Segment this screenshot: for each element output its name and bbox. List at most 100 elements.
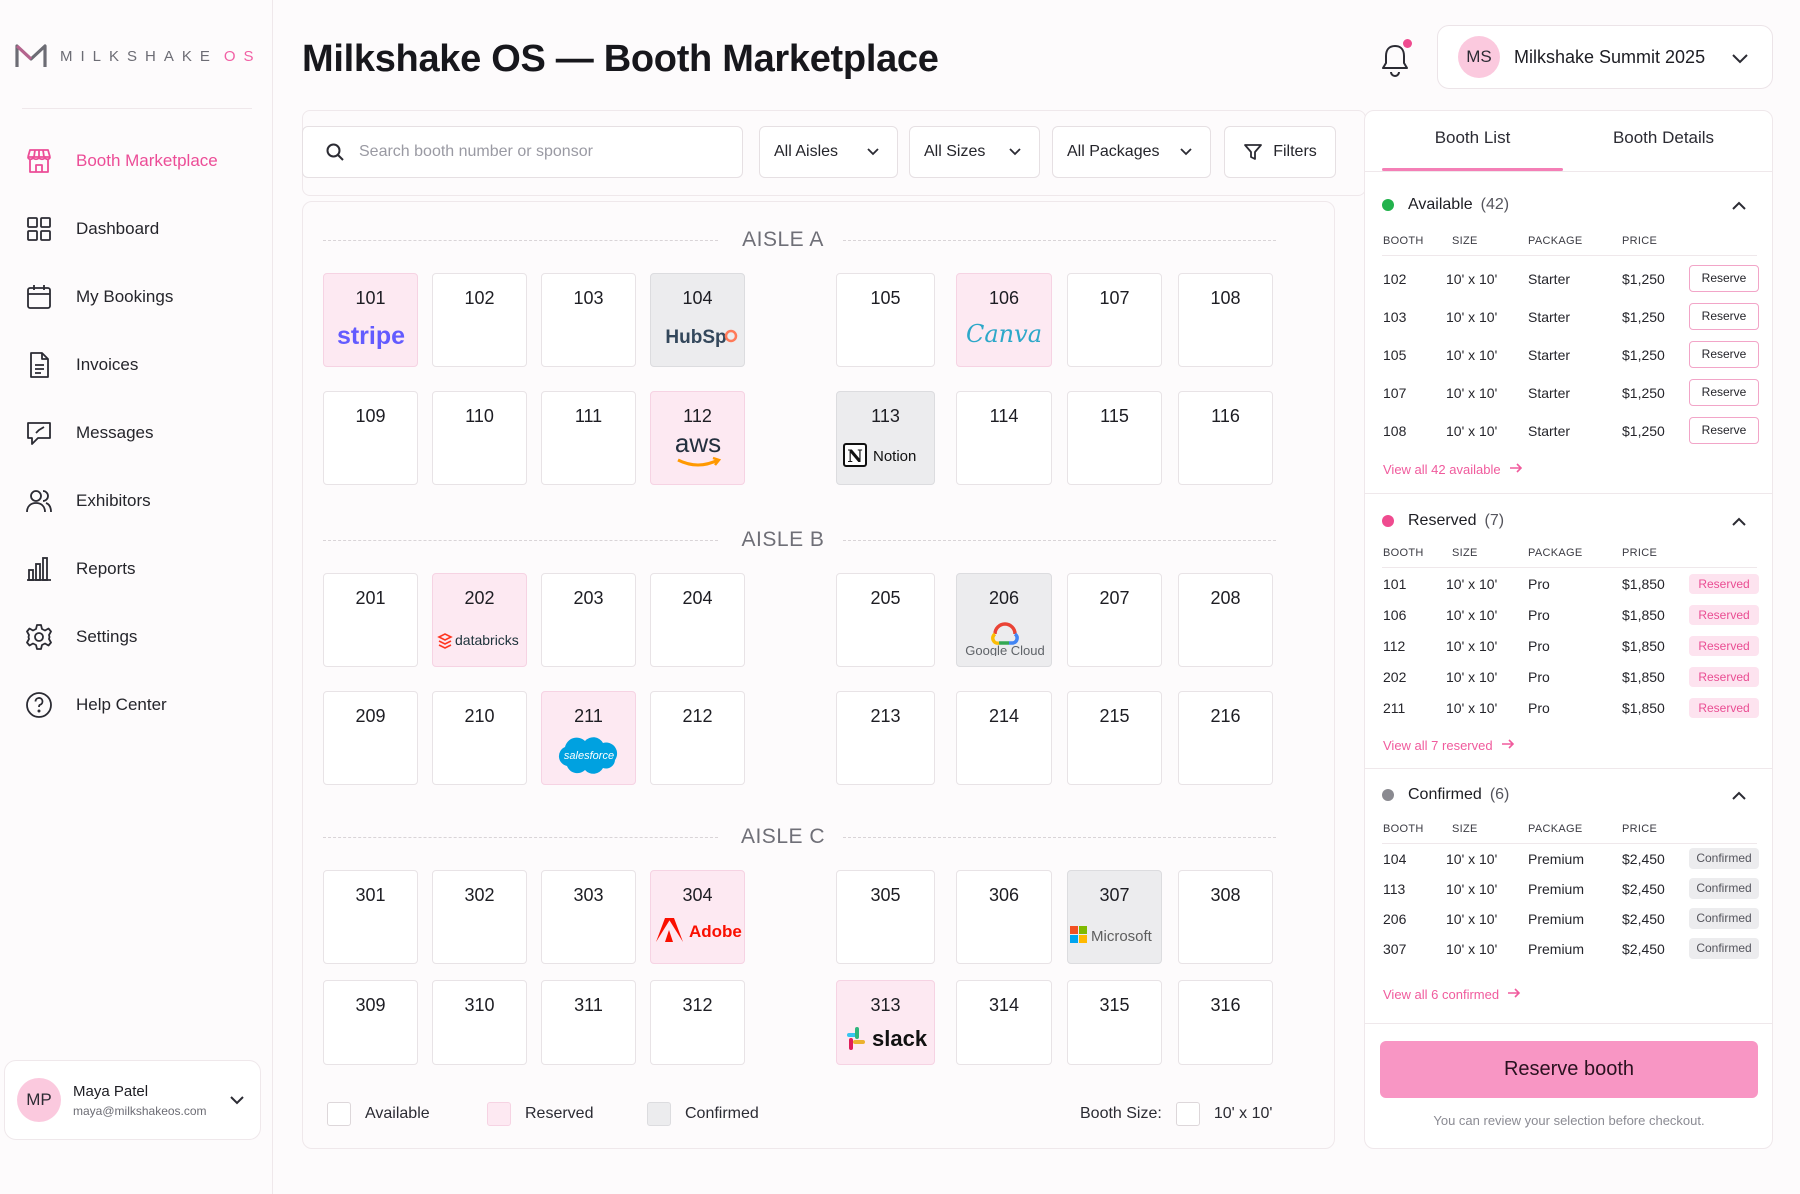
booth-203[interactable]: 203: [541, 573, 636, 667]
gear-icon: [26, 624, 52, 650]
booth-210[interactable]: 210: [432, 691, 527, 785]
sponsor-logo-aws: aws: [651, 428, 744, 477]
logo[interactable]: MILKSHAKE OS: [14, 42, 262, 70]
booth-110[interactable]: 110: [432, 391, 527, 485]
section-count: (6): [1489, 786, 1510, 803]
booth-size-label: Booth Size:: [1080, 1105, 1162, 1122]
booth-206[interactable]: 206 Google Cloud: [956, 573, 1052, 667]
sidebar-item-dashboard[interactable]: Dashboard: [0, 195, 273, 263]
search-input[interactable]: [359, 143, 739, 161]
booth-112[interactable]: 112 aws: [650, 391, 745, 485]
booth-104[interactable]: 104 HubSp: [650, 273, 745, 367]
booth-115[interactable]: 115: [1067, 391, 1162, 485]
booth-212[interactable]: 212: [650, 691, 745, 785]
price-cell: $2,450: [1622, 911, 1665, 927]
booth-312[interactable]: 312: [650, 980, 745, 1065]
booth-114[interactable]: 114: [956, 391, 1052, 485]
view-all-available-link[interactable]: View all 42 available: [1383, 462, 1523, 477]
booth-105[interactable]: 105: [836, 273, 935, 367]
confirmed-section-header[interactable]: Confirmed (6): [1382, 786, 1509, 804]
sidebar-item-exhibitors[interactable]: Exhibitors: [0, 467, 273, 535]
reserve-button[interactable]: Reserve: [1689, 417, 1759, 444]
filters-button[interactable]: Filters: [1224, 126, 1336, 178]
booth-205[interactable]: 205: [836, 573, 935, 667]
booth-103[interactable]: 103: [541, 273, 636, 367]
aisle-dropdown[interactable]: All Aisles: [759, 126, 898, 178]
sidebar-item-invoices[interactable]: Invoices: [0, 331, 273, 399]
booth-213[interactable]: 213: [836, 691, 935, 785]
sidebar-item-messages[interactable]: Messages: [0, 399, 273, 467]
booth-116[interactable]: 116: [1178, 391, 1273, 485]
booth-307[interactable]: 307 Microsoft: [1067, 870, 1162, 964]
booth-301[interactable]: 301: [323, 870, 418, 964]
booth-209[interactable]: 209: [323, 691, 418, 785]
booth-302[interactable]: 302: [432, 870, 527, 964]
booth-cell: 106: [1383, 607, 1407, 623]
booth-number: 312: [682, 995, 713, 1015]
package-dropdown[interactable]: All Packages: [1052, 126, 1211, 178]
booth-101[interactable]: 101 stripe: [323, 273, 418, 367]
booth-303[interactable]: 303: [541, 870, 636, 964]
booth-102[interactable]: 102: [432, 273, 527, 367]
sidebar-item-settings[interactable]: Settings: [0, 603, 273, 671]
chevron-up-icon[interactable]: [1730, 197, 1748, 220]
booth-305[interactable]: 305: [836, 870, 935, 964]
booth-number: 115: [1100, 406, 1129, 426]
user-menu[interactable]: MP Maya Patel maya@milkshakeos.com: [4, 1060, 261, 1140]
available-section-header[interactable]: Available (42): [1382, 196, 1509, 214]
booth-number: 205: [870, 588, 901, 608]
status-badge: Confirmed: [1689, 938, 1759, 959]
size-cell: 10' x 10': [1446, 607, 1498, 623]
booth-211[interactable]: 211 salesforce: [541, 691, 636, 785]
booth-107[interactable]: 107: [1067, 273, 1162, 367]
reserve-button[interactable]: Reserve: [1689, 303, 1759, 330]
booth-113[interactable]: 113 N Notion: [836, 391, 935, 485]
tab-booth-details[interactable]: Booth Details: [1573, 128, 1754, 148]
booth-214[interactable]: 214: [956, 691, 1052, 785]
booth-106[interactable]: 106 Canva: [956, 273, 1052, 367]
booth-204[interactable]: 204: [650, 573, 745, 667]
booth-313[interactable]: 313 slack: [836, 980, 935, 1065]
booth-304[interactable]: 304 Adobe: [650, 870, 745, 964]
chevron-up-icon[interactable]: [1730, 513, 1748, 536]
booth-108[interactable]: 108: [1178, 273, 1273, 367]
booth-315[interactable]: 315: [1067, 980, 1162, 1065]
reserved-section-header[interactable]: Reserved (7): [1382, 512, 1504, 530]
booth-308[interactable]: 308: [1178, 870, 1273, 964]
view-all-reserved-link[interactable]: View all 7 reserved: [1383, 738, 1515, 753]
sidebar-item-label: Dashboard: [76, 219, 160, 238]
booth-215[interactable]: 215: [1067, 691, 1162, 785]
booth-309[interactable]: 309: [323, 980, 418, 1065]
booth-306[interactable]: 306: [956, 870, 1052, 964]
booth-310[interactable]: 310: [432, 980, 527, 1065]
booth-201[interactable]: 201: [323, 573, 418, 667]
booth-109[interactable]: 109: [323, 391, 418, 485]
sidebar-item-label: My Bookings: [76, 287, 174, 306]
reserve-button[interactable]: Reserve: [1689, 341, 1759, 368]
booth-314[interactable]: 314: [956, 980, 1052, 1065]
section-divider: [1365, 1023, 1772, 1024]
booth-111[interactable]: 111: [541, 391, 636, 485]
search-box[interactable]: [302, 126, 743, 178]
booth-202[interactable]: 202 databricks: [432, 573, 527, 667]
event-selector[interactable]: MS Milkshake Summit 2025: [1437, 25, 1773, 89]
reserve-button[interactable]: Reserve: [1689, 379, 1759, 406]
sidebar-item-booth-marketplace[interactable]: Booth Marketplace: [0, 127, 273, 195]
size-dropdown[interactable]: All Sizes: [909, 126, 1040, 178]
sidebar-item-reports[interactable]: Reports: [0, 535, 273, 603]
reserve-booth-button[interactable]: Reserve booth: [1380, 1041, 1758, 1098]
booth-208[interactable]: 208: [1178, 573, 1273, 667]
booth-316[interactable]: 316: [1178, 980, 1273, 1065]
booth-207[interactable]: 207: [1067, 573, 1162, 667]
view-all-confirmed-link[interactable]: View all 6 confirmed: [1383, 987, 1521, 1002]
booth-216[interactable]: 216: [1178, 691, 1273, 785]
reserve-button[interactable]: Reserve: [1689, 265, 1759, 292]
sidebar-item-my-bookings[interactable]: My Bookings: [0, 263, 273, 331]
sidebar-item-help-center[interactable]: Help Center: [0, 671, 273, 739]
booth-311[interactable]: 311: [541, 980, 636, 1065]
tab-booth-list[interactable]: Booth List: [1382, 128, 1563, 148]
svg-text:N: N: [847, 447, 863, 467]
chevron-up-icon[interactable]: [1730, 787, 1748, 810]
sponsor-logo-adobe: Adobe: [651, 915, 744, 950]
booth-number: 103: [573, 288, 604, 308]
